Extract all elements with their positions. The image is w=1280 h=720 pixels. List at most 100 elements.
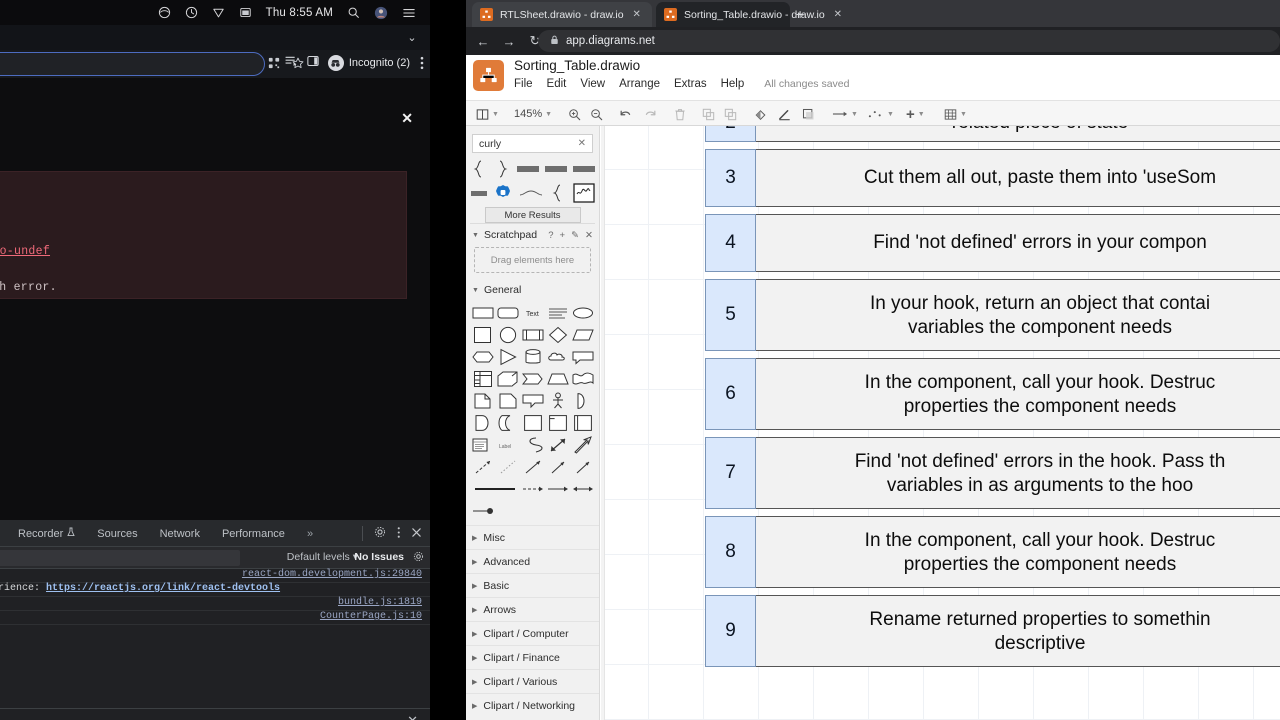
bar-shape-1[interactable] bbox=[517, 159, 539, 179]
table-row-number[interactable]: 6 bbox=[705, 358, 756, 430]
table-row-number[interactable]: 4 bbox=[705, 214, 756, 272]
table-row[interactable]: 2related piece of state bbox=[705, 126, 1280, 142]
connection-button[interactable]: ▼ bbox=[832, 101, 858, 127]
table-row[interactable]: 5 In your hook, return an object that con… bbox=[705, 279, 1280, 351]
diamond-shape[interactable] bbox=[545, 324, 570, 346]
crescent-shape[interactable] bbox=[495, 412, 520, 434]
react-devtools-link[interactable]: https://reactjs.org/link/react-devtools bbox=[46, 583, 280, 594]
waypoints-button[interactable]: ▼ bbox=[868, 101, 894, 127]
scratchpad-header[interactable]: ▼ Scratchpad ? + ✎ ✕ bbox=[466, 224, 599, 244]
table-row[interactable]: 9 Rename returned properties to somethin d… bbox=[705, 595, 1280, 667]
list-shape[interactable] bbox=[470, 434, 495, 456]
scratchpad-dropzone[interactable]: Drag elements here bbox=[474, 247, 591, 273]
no-issues-badge[interactable]: No Issues bbox=[354, 551, 404, 563]
document-shape[interactable] bbox=[470, 390, 495, 412]
simple-arrow-shape[interactable] bbox=[570, 456, 595, 478]
table-row-number[interactable]: 9 bbox=[705, 595, 756, 667]
hexagon-shape[interactable] bbox=[470, 346, 495, 368]
help-icon[interactable]: ? bbox=[548, 230, 553, 241]
container-corner-shape[interactable] bbox=[545, 412, 570, 434]
security-badge-shape[interactable] bbox=[494, 183, 512, 203]
address-bar-input[interactable] bbox=[0, 52, 265, 76]
rounded-rectangle-shape[interactable] bbox=[495, 302, 520, 324]
table-button[interactable]: ▼ bbox=[944, 101, 967, 127]
console-source-link[interactable]: CounterPage.js:10 bbox=[320, 611, 422, 622]
table-row-number[interactable]: 5 bbox=[705, 279, 756, 351]
callout-shape[interactable] bbox=[570, 346, 595, 368]
table-row-text[interactable]: Find 'not defined' errors in your compon bbox=[756, 214, 1280, 272]
container-shape[interactable] bbox=[520, 412, 545, 434]
diagram-canvas[interactable]: 2related piece of state3Cut them all out… bbox=[601, 126, 1280, 720]
trapezoid-shape[interactable] bbox=[545, 368, 570, 390]
time-machine-icon[interactable] bbox=[185, 6, 198, 19]
circle-shape[interactable] bbox=[495, 324, 520, 346]
tabs-overflow-icon[interactable]: » bbox=[307, 528, 313, 540]
menu-bar-clock[interactable]: Thu 8:55 AM bbox=[266, 7, 333, 19]
table-row[interactable]: 8 In the component, call your hook. Destr… bbox=[705, 516, 1280, 588]
line-color-button[interactable] bbox=[778, 101, 791, 127]
table-row-number[interactable]: 3 bbox=[705, 149, 756, 207]
sidebar-category-advanced[interactable]: ▶ Advanced bbox=[466, 549, 599, 573]
sidebar-category-misc[interactable]: ▶ Misc bbox=[466, 525, 599, 549]
zoom-level-button[interactable]: 145% ▼ bbox=[514, 101, 552, 127]
square-shape[interactable] bbox=[470, 324, 495, 346]
sidebar-category-clipart-various[interactable]: ▶ Clipart / Various bbox=[466, 669, 599, 693]
or-shape[interactable] bbox=[570, 390, 595, 412]
zoom-out-button[interactable] bbox=[590, 101, 603, 127]
table-row-text[interactable]: In the component, call your hook. Destru… bbox=[756, 358, 1280, 430]
tabstrip-chevron-down-icon[interactable]: ⌄ bbox=[404, 29, 420, 45]
table-row-text[interactable]: In your hook, return an object that cont… bbox=[756, 279, 1280, 351]
menu-help[interactable]: Help bbox=[721, 78, 745, 90]
console-row[interactable]: bundle.js:1819 bbox=[0, 597, 430, 611]
small-bar-shape[interactable] bbox=[470, 183, 488, 203]
thin-arrow-shape[interactable] bbox=[545, 456, 570, 478]
table-row-text[interactable]: Find 'not defined' errors in the hook. P… bbox=[756, 437, 1280, 509]
table-row[interactable]: 3 Cut them all out, paste them into 'useS… bbox=[705, 149, 1280, 207]
cube-shape[interactable] bbox=[495, 368, 520, 390]
gear-icon[interactable] bbox=[374, 526, 386, 541]
tab-sources[interactable]: Sources bbox=[97, 528, 137, 540]
console-source-link[interactable]: bundle.js:1819 bbox=[338, 597, 422, 608]
double-arrow-shape[interactable] bbox=[545, 434, 570, 456]
add-icon[interactable]: + bbox=[560, 230, 566, 241]
undo-button[interactable] bbox=[618, 101, 632, 127]
address-bar[interactable]: app.diagrams.net bbox=[538, 30, 1280, 52]
table-shape[interactable] bbox=[470, 368, 495, 390]
close-icon[interactable]: ✕ bbox=[633, 9, 641, 20]
console-row[interactable]: nt experience: https://reactjs.org/link/… bbox=[0, 583, 430, 597]
browser-tab-rtlsheet[interactable]: RTLSheet.drawio - draw.io ✕ bbox=[472, 2, 652, 27]
tab-recorder[interactable]: Recorder bbox=[18, 527, 75, 540]
tape-shape[interactable] bbox=[570, 368, 595, 390]
screen-share-icon[interactable] bbox=[158, 6, 171, 19]
kebab-menu-icon[interactable] bbox=[397, 526, 401, 542]
delay-shape[interactable] bbox=[470, 412, 495, 434]
cylinder-shape[interactable] bbox=[520, 346, 545, 368]
search-icon[interactable] bbox=[347, 6, 360, 19]
table-row-number[interactable]: 2 bbox=[705, 126, 756, 142]
user-avatar-icon[interactable] bbox=[374, 6, 388, 20]
solid-line-shape[interactable] bbox=[470, 478, 520, 500]
bar-shape-2[interactable] bbox=[545, 159, 567, 179]
menu-edit[interactable]: Edit bbox=[547, 78, 567, 90]
sidebar-category-clipart-computer[interactable]: ▶ Clipart / Computer bbox=[466, 621, 599, 645]
shield-icon[interactable] bbox=[212, 6, 225, 19]
to-front-button[interactable] bbox=[702, 101, 715, 127]
table-row-number[interactable]: 7 bbox=[705, 437, 756, 509]
console-levels-dropdown[interactable]: Default levels ▾ bbox=[287, 551, 358, 563]
menu-extras[interactable]: Extras bbox=[674, 78, 707, 90]
actor-shape[interactable] bbox=[545, 390, 570, 412]
table-row-text[interactable]: related piece of state bbox=[756, 126, 1280, 142]
note-shape[interactable] bbox=[495, 390, 520, 412]
delete-button[interactable] bbox=[674, 101, 686, 127]
triangle-shape[interactable] bbox=[495, 346, 520, 368]
shadow-button[interactable] bbox=[802, 101, 815, 127]
vertical-container-shape[interactable] bbox=[570, 412, 595, 434]
signal-box-shape[interactable] bbox=[573, 183, 595, 203]
back-icon[interactable]: ← bbox=[476, 34, 490, 49]
table-row-text[interactable]: Cut them all out, paste them into 'useSo… bbox=[756, 149, 1280, 207]
to-back-button[interactable] bbox=[724, 101, 737, 127]
profile-incognito-button[interactable]: Incognito (2) bbox=[327, 55, 410, 71]
close-icon[interactable]: ✕ bbox=[834, 9, 842, 20]
ellipse-shape[interactable] bbox=[570, 302, 595, 324]
console-row[interactable]: react-dom.development.js:29840 bbox=[0, 569, 430, 583]
